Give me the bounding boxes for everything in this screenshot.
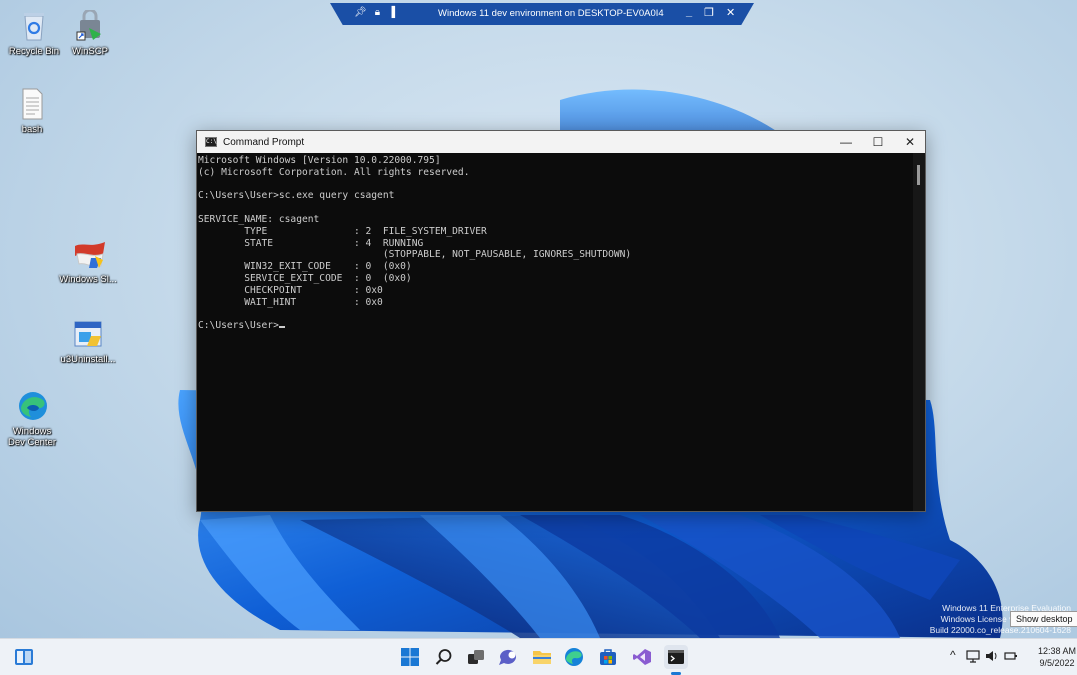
console-line: SERVICE_NAME: csagent [198,213,320,225]
desktop-icon-label: Recycle Bin [8,46,60,57]
remote-connection-bar[interactable]: 📌︎ 🔒︎ ▐ Windows 11 dev environment on DE… [330,3,754,25]
desktop-icon-label: u3Uninstall... [60,354,116,365]
desktop-icon-dev-center[interactable]: Windows Dev Center [0,390,64,448]
desktop-icon-label: bash [21,124,43,135]
console-line: WAIT_HINT : 0x0 [198,296,383,308]
console-line: WIN32_EXIT_CODE : 0 (0x0) [198,261,412,273]
signal-icon: ▐ [388,7,396,18]
winscp-icon [75,8,105,42]
remote-close-button[interactable]: ✕ [726,6,735,19]
console-line: C:\Users\User> [198,320,913,332]
maximize-button[interactable]: ☐ [861,131,895,153]
volume-icon[interactable] [985,649,999,666]
edge-icon[interactable] [562,645,586,669]
file-explorer-icon[interactable] [530,645,554,669]
show-desktop-tooltip: Show desktop [1010,611,1077,627]
remote-bar-title: Windows 11 dev environment on DESKTOP-EV… [438,8,664,19]
console-line: (STOPPABLE, NOT_PAUSABLE, IGNORES_SHUTDO… [198,249,632,261]
widgets-icon[interactable] [12,645,36,669]
minimize-button[interactable]: — [829,131,863,153]
start-icon[interactable] [398,645,422,669]
window-titlebar[interactable]: C:\ Command Prompt — ☐ ✕ [197,131,925,153]
scrollbar-thumb[interactable] [917,165,920,185]
store-icon[interactable] [596,645,620,669]
network-icon[interactable] [966,649,980,666]
windows-sl-icon [73,238,105,270]
desktop-icon-label: WinSCP [72,46,108,57]
desktop-icon-windows-sl[interactable]: Windows Sl... [56,238,120,285]
text-cursor [278,326,285,329]
console-line: TYPE : 2 FILE_SYSTEM_DRIVER [198,225,487,237]
desktop-icon-recycle-bin[interactable]: Recycle Bin [2,10,66,57]
remote-minimize-button[interactable]: _ [686,6,692,19]
console-line: C:\Users\User>sc.exe query csagent [198,190,395,202]
console-output[interactable]: Microsoft Windows [Version 10.0.22000.79… [197,153,913,511]
desktop-icon-u3uninstall[interactable]: u3Uninstall... [56,318,120,365]
console-line: STATE : 4 RUNNING [198,237,424,249]
lock-icon: 🔒︎ [374,7,381,18]
console-line: (c) Microsoft Corporation. All rights re… [198,166,470,178]
search-icon[interactable] [432,645,456,669]
console-line: SERVICE_EXIT_CODE : 0 (0x0) [198,272,412,284]
close-button[interactable]: ✕ [893,131,927,153]
text-file-icon [17,88,47,120]
visual-studio-icon[interactable] [630,645,654,669]
edge-icon [17,390,47,422]
installer-icon [73,318,103,350]
desktop-icon-label: Windows Sl... [59,274,117,285]
command-prompt-icon: C:\ [205,137,217,147]
remote-restore-button[interactable]: ❐ [704,6,714,19]
task-view-icon[interactable] [464,645,488,669]
desktop-icon-label: Windows Dev Center [7,426,57,448]
window-title: Command Prompt [223,136,305,148]
battery-icon[interactable] [1004,649,1018,666]
recycle-bin-icon [19,10,49,42]
pin-icon[interactable]: 📌︎ [354,7,367,18]
clock-time: 12:38 AM [1038,646,1077,656]
clock[interactable]: 12:38 AM 9/5/2022 [1038,645,1076,669]
taskbar[interactable]: ^ 12:38 AM 9/5/2022 [0,638,1077,675]
vertical-scrollbar[interactable] [913,153,925,511]
console-line: CHECKPOINT : 0x0 [198,284,383,296]
chat-icon[interactable] [496,645,520,669]
clock-date: 9/5/2022 [1039,658,1075,668]
desktop-icon-winscp[interactable]: WinSCP [58,8,122,57]
command-prompt-window[interactable]: C:\ Command Prompt — ☐ ✕ Microsoft Windo… [196,130,926,512]
terminal-icon[interactable] [664,645,688,669]
desktop[interactable]: 📌︎ 🔒︎ ▐ Windows 11 dev environment on DE… [0,0,1077,638]
show-hidden-icons-button[interactable]: ^ [950,648,956,662]
console-line: Microsoft Windows [Version 10.0.22000.79… [198,155,441,166]
desktop-icon-bash[interactable]: bash [0,88,64,135]
